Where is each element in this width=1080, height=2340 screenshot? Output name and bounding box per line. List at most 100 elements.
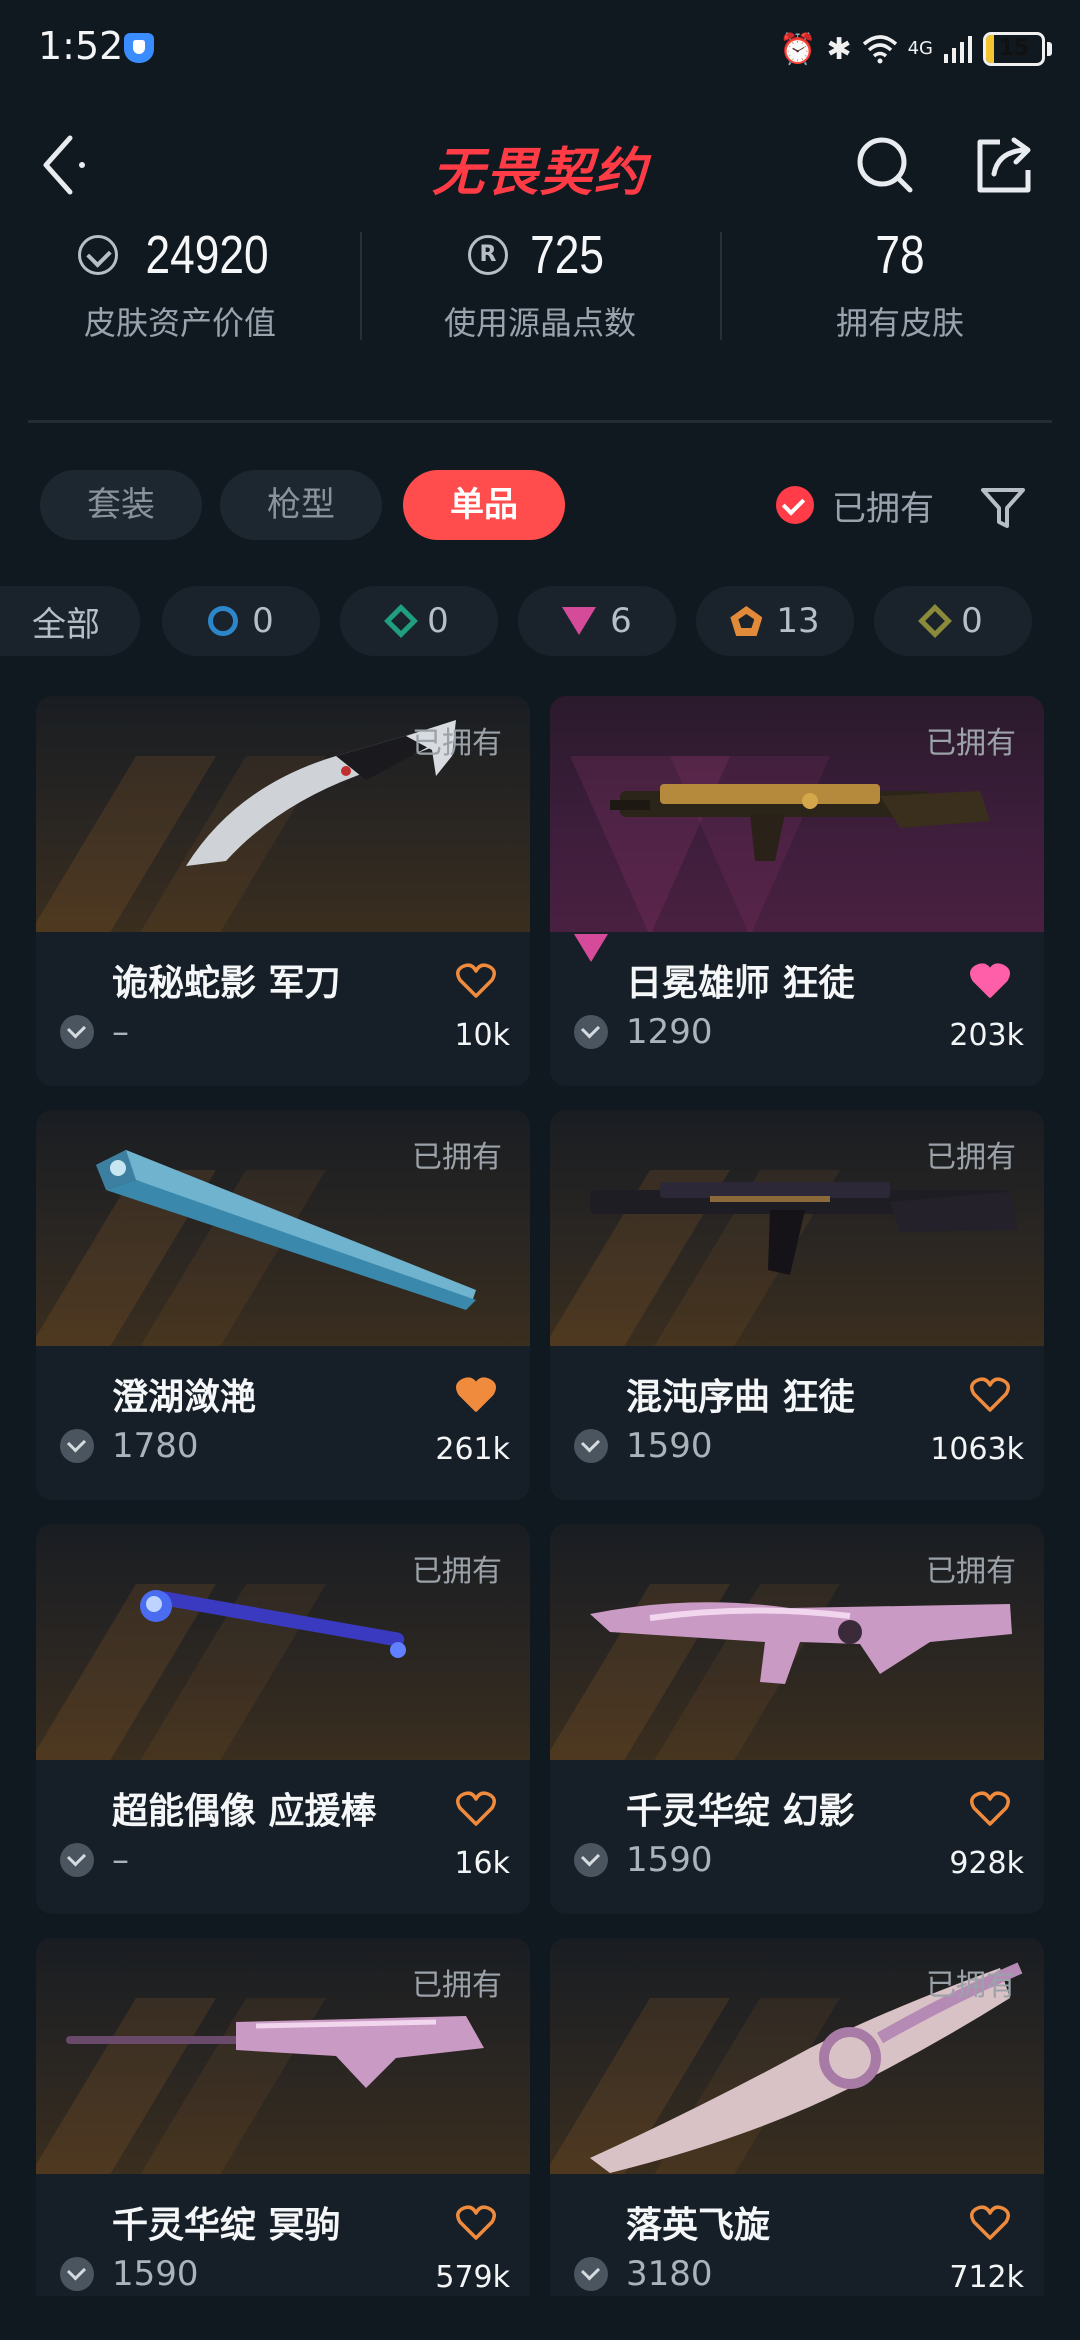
- status-bar: 1:52 ⏰ ✱ 4G 15: [0, 0, 1080, 100]
- stat-skin-value: 24920 皮肤资产价值: [0, 220, 360, 370]
- chip-count: 13: [776, 601, 820, 641]
- stats-summary: 24920 皮肤资产价值 725 使用源晶点数 78 拥有皮肤: [0, 220, 1080, 370]
- valorant-points-icon: [574, 1429, 608, 1463]
- skin-card[interactable]: 已拥有 混沌序曲 狂徒 1590 1063k: [550, 1110, 1044, 1500]
- price-row: –: [60, 1840, 129, 1880]
- filter-button[interactable]: [978, 482, 1028, 532]
- price-row: 1590: [574, 1426, 713, 1466]
- skin-image: 已拥有: [550, 1524, 1044, 1760]
- chip-count: 6: [610, 601, 632, 641]
- heart-icon[interactable]: [456, 1376, 496, 1412]
- premium-tier-icon: [562, 607, 597, 635]
- owned-toggle[interactable]: 已拥有: [776, 470, 934, 540]
- tab-weapon-types[interactable]: 枪型: [220, 470, 382, 540]
- chip-select-tier[interactable]: 0: [162, 586, 320, 656]
- chip-premium-tier[interactable]: 6: [518, 586, 676, 656]
- app-header: 无畏契约: [0, 110, 1080, 220]
- heart-icon[interactable]: [456, 1790, 496, 1826]
- select-tier-icon: [208, 606, 239, 636]
- status-indicators: ⏰ ✱ 4G 15: [779, 28, 1052, 70]
- skin-name: 超能偶像 应援棒: [112, 1791, 377, 1832]
- like-count: 928k: [949, 1846, 1024, 1881]
- skin-image: 已拥有: [550, 1110, 1044, 1346]
- heart-icon[interactable]: [970, 2204, 1010, 2240]
- search-button[interactable]: [850, 130, 920, 200]
- heart-icon[interactable]: [970, 962, 1010, 998]
- rarity-chips: 全部 0 0 6 13 0: [0, 586, 1080, 658]
- tab-single-items[interactable]: 单品: [403, 470, 565, 540]
- price-row: –: [60, 1012, 129, 1052]
- battery-level: 15: [998, 36, 1030, 61]
- skin-card[interactable]: 已拥有 澄湖潋滟 1780 261k: [36, 1110, 530, 1500]
- like-count: 579k: [435, 2260, 510, 2295]
- owned-tag: 已拥有: [926, 1140, 1016, 1175]
- chip-deluxe-tier[interactable]: 0: [340, 586, 498, 656]
- status-time: 1:52: [38, 24, 124, 68]
- owned-tag: 已拥有: [412, 1968, 502, 2003]
- battery-icon: 15: [983, 32, 1045, 66]
- skin-name: 日冕雄师 狂徒: [626, 963, 855, 1004]
- skin-info: 澄湖潋滟 1780 261k: [36, 1346, 530, 1500]
- radianite-points-icon: [467, 235, 508, 275]
- skin-card[interactable]: 已拥有 千灵华绽 幻影 1590 928k: [550, 1524, 1044, 1914]
- price-row: 1590: [60, 2254, 199, 2294]
- skin-image: 已拥有: [550, 1938, 1044, 2174]
- alarm-icon: ⏰: [779, 31, 817, 67]
- rarity-badge: [574, 934, 608, 981]
- valorant-points-icon: [574, 1015, 608, 1049]
- network-type: 4G: [907, 38, 933, 59]
- shield-icon: [124, 33, 154, 63]
- skin-card[interactable]: 已拥有 诡秘蛇影 军刀 – 10k: [36, 696, 530, 1086]
- stat-owned-skins: 78 拥有皮肤: [720, 220, 1080, 370]
- chip-exclusive-tier[interactable]: 13: [696, 586, 854, 656]
- like-count: 261k: [435, 1432, 510, 1467]
- skin-card[interactable]: 已拥有日冕雄师 狂徒 1290 203k: [550, 696, 1044, 1086]
- skin-image: 已拥有: [36, 1110, 530, 1346]
- stat-value: 78: [875, 225, 925, 285]
- heart-icon[interactable]: [970, 1790, 1010, 1826]
- skin-info: 日冕雄师 狂徒 1290 203k: [550, 932, 1044, 1086]
- price-row: 1780: [60, 1426, 199, 1466]
- signal-icon: [944, 36, 972, 63]
- valorant-points-icon: [60, 1843, 94, 1877]
- like-count: 203k: [949, 1018, 1024, 1053]
- share-button[interactable]: [970, 130, 1040, 200]
- bluetooth-icon: ✱: [826, 31, 852, 67]
- heart-icon[interactable]: [456, 962, 496, 998]
- valorant-points-icon: [60, 1015, 94, 1049]
- category-tabs: 套装 枪型 单品 已拥有: [0, 470, 1080, 542]
- skin-card[interactable]: 已拥有 千灵华绽 冥驹 1590 579k: [36, 1938, 530, 2296]
- owned-tag: 已拥有: [926, 726, 1016, 761]
- skin-card[interactable]: 已拥有落英飞旋 3180 712k: [550, 1938, 1044, 2296]
- owned-tag: 已拥有: [412, 1554, 502, 1589]
- skin-price: 1590: [626, 1426, 713, 1466]
- valorant-points-icon: [574, 2257, 608, 2291]
- chip-all[interactable]: 全部: [0, 586, 140, 656]
- skin-name: 千灵华绽 幻影: [626, 1791, 855, 1832]
- divider: [28, 420, 1052, 423]
- valorant-points-icon: [60, 2257, 94, 2291]
- skin-image: 已拥有: [36, 696, 530, 932]
- skin-card[interactable]: 已拥有 超能偶像 应援棒 – 16k: [36, 1524, 530, 1914]
- chip-count: 0: [427, 601, 449, 641]
- skin-price: 3180: [626, 2254, 713, 2294]
- valorant-points-icon: [60, 1429, 94, 1463]
- stat-label: 使用源晶点数: [443, 304, 636, 342]
- owned-tag: 已拥有: [926, 1968, 1016, 2003]
- like-count: 10k: [454, 1018, 510, 1053]
- stat-label: 皮肤资产价值: [83, 304, 276, 342]
- skin-name: 混沌序曲 狂徒: [626, 1377, 855, 1418]
- chip-ultra-tier[interactable]: 0: [874, 586, 1032, 656]
- heart-icon[interactable]: [456, 2204, 496, 2240]
- skin-info: 混沌序曲 狂徒 1590 1063k: [550, 1346, 1044, 1500]
- valorant-points-icon: [574, 1843, 608, 1877]
- owned-tag: 已拥有: [412, 726, 502, 761]
- skin-info: 超能偶像 应援棒 – 16k: [36, 1760, 530, 1914]
- skin-image: 已拥有: [36, 1938, 530, 2174]
- price-row: 3180: [574, 2254, 713, 2294]
- skin-price: –: [112, 1012, 129, 1052]
- check-icon: [776, 486, 814, 524]
- skin-info: 落英飞旋 3180 712k: [550, 2174, 1044, 2296]
- heart-icon[interactable]: [970, 1376, 1010, 1412]
- tab-sets[interactable]: 套装: [40, 470, 202, 540]
